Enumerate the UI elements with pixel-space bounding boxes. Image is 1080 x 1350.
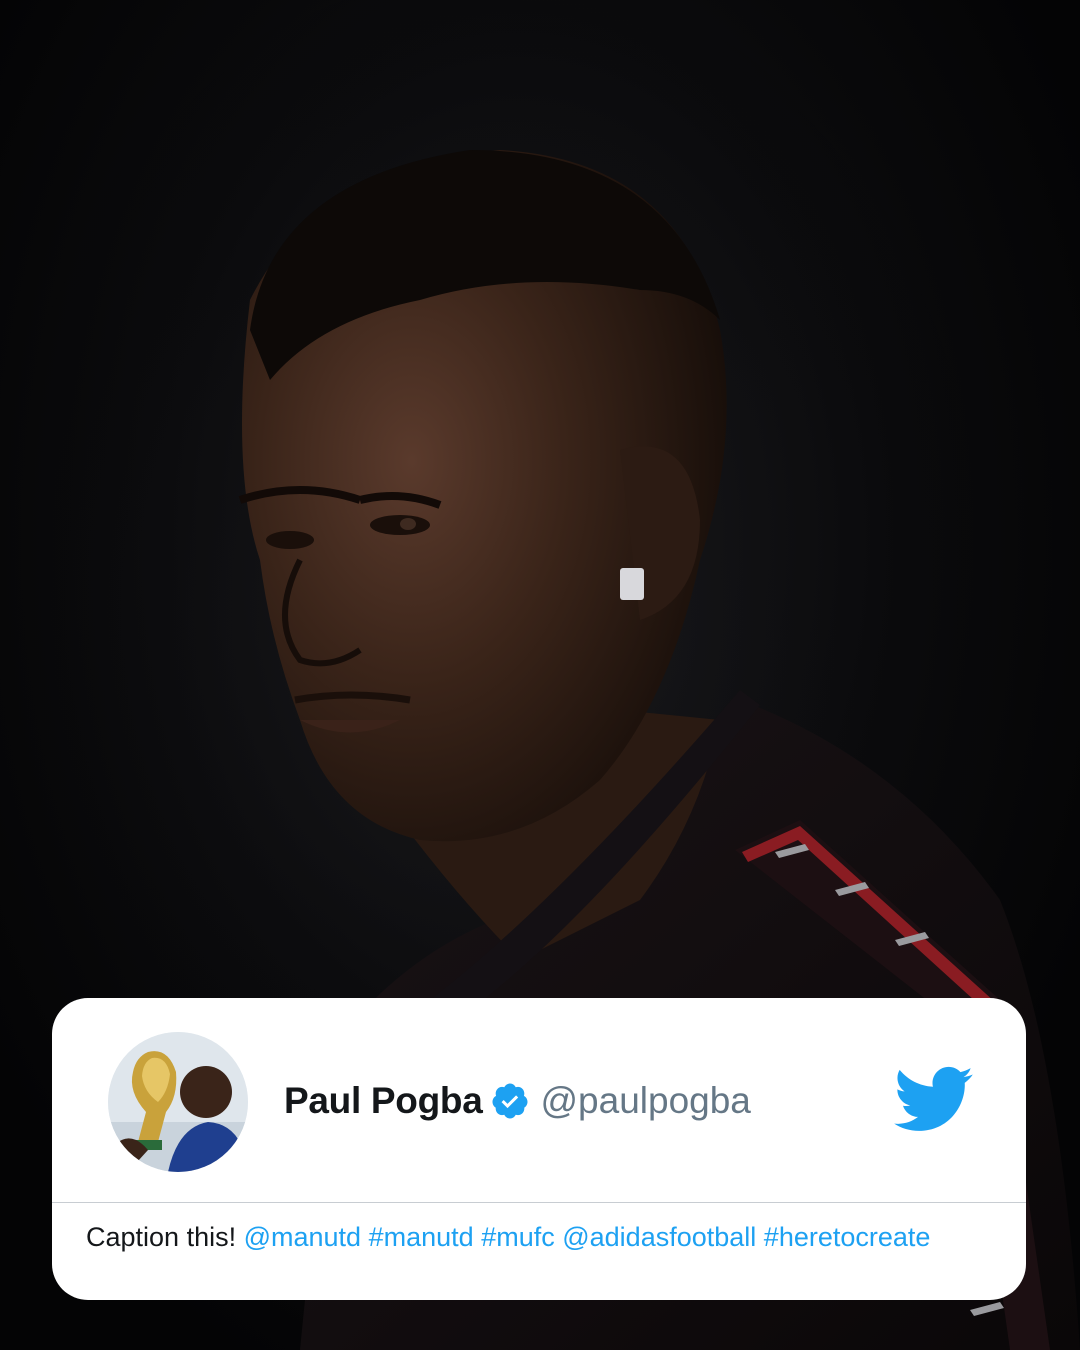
avatar[interactable] [108,1032,248,1172]
tweet-header: Paul Pogba @paulpogba [52,998,1026,1202]
user-handle[interactable]: @paulpogba [540,1080,750,1122]
display-name[interactable]: Paul Pogba [284,1080,483,1122]
tweet-card: Paul Pogba @paulpogba Caption this! @man… [52,998,1026,1300]
hashtag-link[interactable]: #manutd [369,1222,474,1252]
twitter-bird-icon[interactable] [894,1066,974,1134]
hashtag-link[interactable]: #heretocreate [764,1222,931,1252]
hashtag-link[interactable]: #mufc [481,1222,555,1252]
divider [52,1202,1026,1203]
tweet-text-plain: Caption this! [86,1222,237,1252]
tweet-text: Caption this! @manutd #manutd #mufc @adi… [86,1222,930,1253]
mention-link[interactable]: @manutd [244,1222,361,1252]
mention-link[interactable]: @adidasfootball [562,1222,756,1252]
user-line: Paul Pogba @paulpogba [284,1080,751,1122]
verified-badge-icon [490,1081,530,1121]
